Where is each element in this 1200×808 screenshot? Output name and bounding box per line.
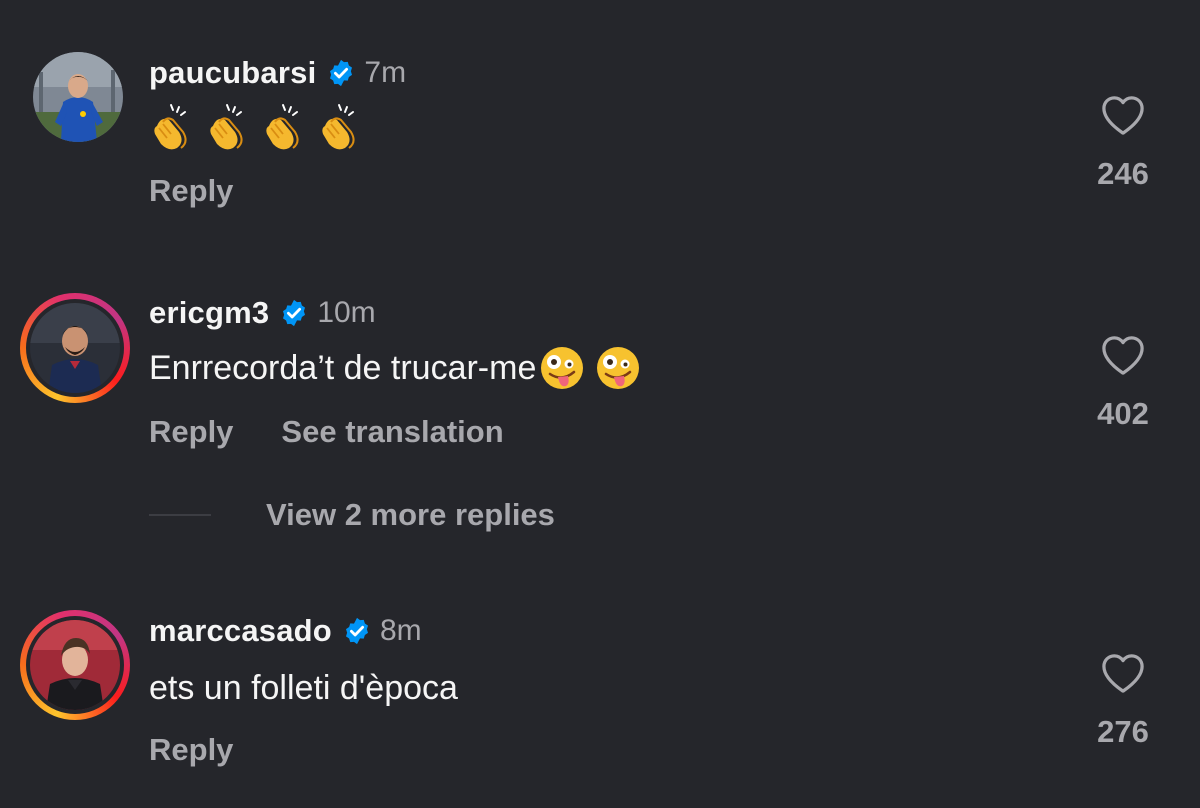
like-count: 276 [1097,714,1149,749]
avatar-story-ring[interactable] [20,610,130,720]
comment-item: marccasado 8m ets un folleti d'època Rep… [0,0,1200,808]
comment-text: ets un folleti d'època [149,662,458,714]
comment-actions: Reply [149,732,233,768]
like-control: 276 [1086,652,1160,750]
comment-header: marccasado 8m [149,611,422,651]
heart-icon[interactable] [1100,652,1146,694]
username[interactable]: marccasado [149,613,332,649]
reply-button[interactable]: Reply [149,732,233,768]
verified-badge-icon [342,616,372,646]
avatar-photo [30,620,120,710]
comment-body: ets un folleti d'època [149,668,458,707]
comment-time: 8m [379,614,422,647]
